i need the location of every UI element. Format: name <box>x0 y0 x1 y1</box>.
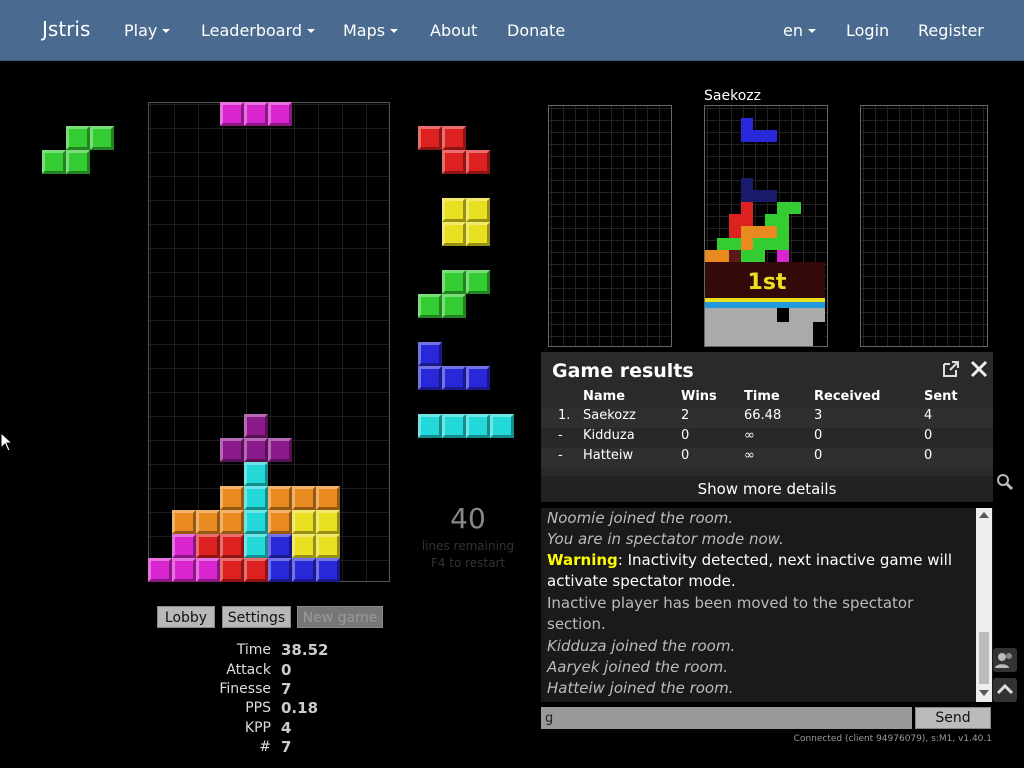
scroll-down-arrow-icon[interactable] <box>979 690 989 696</box>
stat-pieces-label: # <box>259 739 271 755</box>
stat-attack-value: 0 <box>281 661 292 679</box>
opponent-board-empty-1 <box>548 105 672 347</box>
result-time: 66.48 <box>744 408 782 423</box>
close-icon[interactable] <box>969 359 989 379</box>
chevron-down-icon <box>307 28 316 33</box>
results-row: - Hatteiw 0 ∞ 0 0 <box>541 448 993 468</box>
result-wins: 0 <box>681 448 690 463</box>
register-link[interactable]: Register <box>918 0 984 60</box>
chat-message-warning: Warning: Inactivity detected, next inact… <box>547 551 952 569</box>
stat-pieces-value: 7 <box>281 738 292 756</box>
send-button[interactable]: Send <box>915 707 991 729</box>
lobby-button[interactable]: Lobby <box>157 606 215 628</box>
users-icon[interactable] <box>993 648 1017 672</box>
chevron-down-icon <box>162 28 171 33</box>
result-time: ∞ <box>744 448 755 463</box>
nav-leaderboard-label: Leaderboard <box>201 21 303 40</box>
new-game-button[interactable]: New game <box>297 606 383 628</box>
results-header-wins: Wins <box>681 389 717 404</box>
result-wins: 0 <box>681 428 690 443</box>
chat-message: Hatteiw joined the room. <box>547 679 734 697</box>
login-link[interactable]: Login <box>846 0 889 60</box>
chat-message: Inactive player has been moved to the sp… <box>547 594 914 612</box>
language-selector[interactable]: en <box>783 0 816 60</box>
chevron-up-icon[interactable] <box>993 678 1017 702</box>
chat-scrollbar[interactable] <box>976 508 992 702</box>
result-received: 0 <box>814 448 823 463</box>
stat-kpp-value: 4 <box>281 719 292 737</box>
nav-play[interactable]: Play <box>124 0 171 60</box>
result-received: 3 <box>814 408 823 423</box>
chat-message: You are in spectator mode now. <box>547 530 784 548</box>
lines-remaining-count: 40 <box>450 502 486 535</box>
zoom-icon[interactable] <box>996 473 1014 491</box>
chevron-down-icon <box>390 28 399 33</box>
scroll-up-arrow-icon[interactable] <box>979 512 989 518</box>
chat-log: Noomie joined the room. You are in spect… <box>541 508 993 702</box>
restart-hint: F4 to restart <box>430 556 506 570</box>
chat-message: Kidduza joined the room. <box>547 637 736 655</box>
warning-text: Inactivity detected, next inactive game … <box>627 551 952 569</box>
nav-play-label: Play <box>124 21 158 40</box>
brand-logo[interactable]: Jstris <box>42 0 90 60</box>
result-name: Saekozz <box>583 408 636 423</box>
nav-maps[interactable]: Maps <box>343 0 399 60</box>
stat-time-label: Time <box>236 642 271 658</box>
result-sent: 0 <box>924 448 933 463</box>
result-rank: - <box>558 448 563 463</box>
result-sent: 0 <box>924 428 933 443</box>
connection-status: Connected (client 94976079), s:M1, v1.40… <box>793 734 992 744</box>
opponent-name: Saekozz <box>704 88 761 104</box>
chat-message: Noomie joined the room. <box>547 509 734 527</box>
language-label: en <box>783 21 803 40</box>
chevron-down-icon <box>807 28 816 33</box>
game-results-panel: Game results Name Wins Time Received Sen… <box>541 352 993 502</box>
result-sent: 4 <box>924 408 933 423</box>
chat-message: section. <box>547 615 606 633</box>
result-rank: - <box>558 428 563 443</box>
stat-attack-label: Attack <box>226 662 271 678</box>
result-time: ∞ <box>744 428 755 443</box>
stat-time-value: 38.52 <box>281 641 329 659</box>
settings-button[interactable]: Settings <box>222 606 291 628</box>
result-rank: 1. <box>558 408 571 423</box>
results-header-time: Time <box>744 389 780 404</box>
result-name: Hatteiw <box>583 448 634 463</box>
external-link-icon[interactable] <box>942 360 960 378</box>
results-row: 1. Saekozz 2 66.48 3 4 <box>541 408 993 428</box>
results-header-received: Received <box>814 389 881 404</box>
mouse-cursor-icon <box>0 431 14 456</box>
game-results-title: Game results <box>552 360 694 382</box>
stat-kpp-label: KPP <box>244 720 271 736</box>
results-row: - Kidduza 0 ∞ 0 0 <box>541 428 993 448</box>
results-header-sent: Sent <box>924 389 958 404</box>
warning-label: Warning <box>547 551 618 569</box>
show-more-details-button[interactable]: Show more details <box>541 476 993 502</box>
nav-leaderboard[interactable]: Leaderboard <box>201 0 316 60</box>
stat-finesse-label: Finesse <box>219 681 271 697</box>
opponent-board-empty-2 <box>860 105 988 347</box>
chat-input[interactable] <box>541 707 912 729</box>
lines-remaining-label: lines remaining <box>421 539 515 553</box>
result-received: 0 <box>814 428 823 443</box>
stat-finesse-value: 7 <box>281 680 292 698</box>
nav-donate[interactable]: Donate <box>507 0 565 60</box>
result-wins: 2 <box>681 408 690 423</box>
nav-maps-label: Maps <box>343 21 386 40</box>
scroll-thumb[interactable] <box>979 632 989 684</box>
nav-about[interactable]: About <box>430 0 477 60</box>
results-header-name: Name <box>583 389 626 404</box>
stat-pps-label: PPS <box>245 700 271 716</box>
chat-message: activate spectator mode. <box>547 572 736 590</box>
opponent-place-badge: 1st <box>747 270 787 295</box>
stat-pps-value: 0.18 <box>281 699 319 717</box>
result-name: Kidduza <box>583 428 635 443</box>
chat-message: Aaryek joined the room. <box>547 658 729 676</box>
navbar: Jstris Play Leaderboard Maps About Donat… <box>0 0 1024 61</box>
